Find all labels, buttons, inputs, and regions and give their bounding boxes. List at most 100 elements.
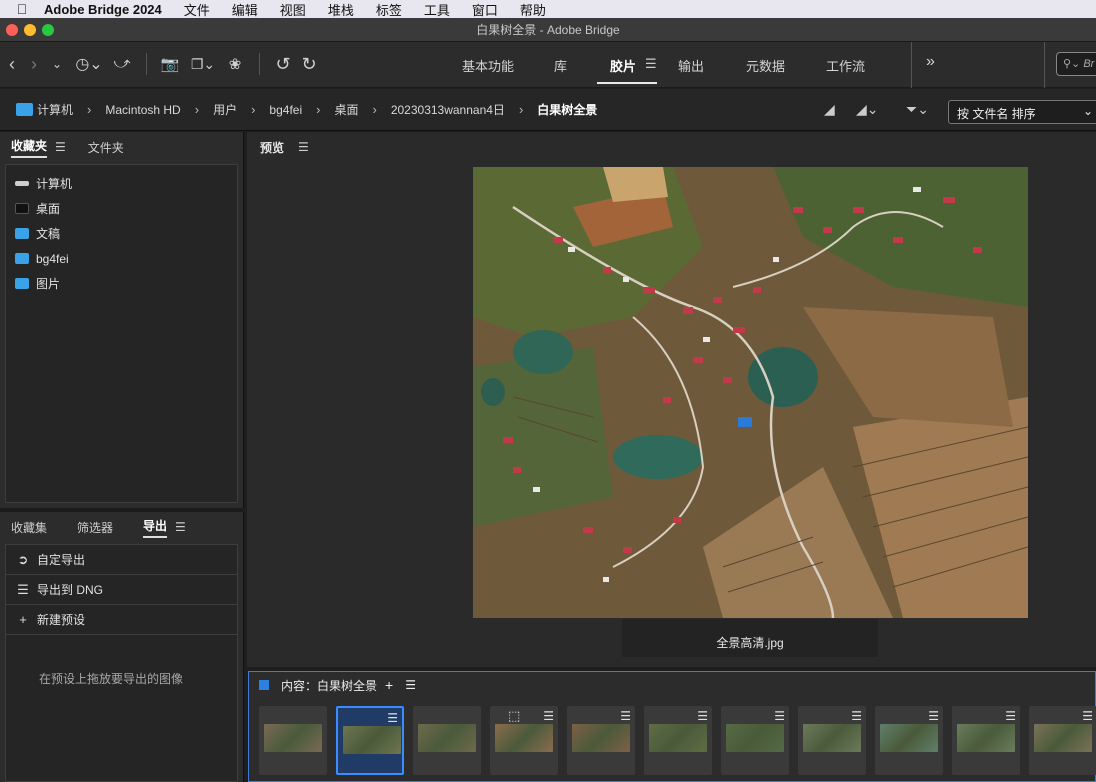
tab-favorites[interactable]: 收藏夹 xyxy=(11,137,48,158)
chevron-down-icon[interactable]: ⌄ xyxy=(50,52,64,76)
workspace-essentials[interactable]: 基本功能 xyxy=(462,56,514,75)
panel-menu-icon[interactable]: ☰ xyxy=(175,520,186,534)
tab-folders[interactable]: 文件夹 xyxy=(88,139,124,156)
thumbnail-image xyxy=(957,724,1015,752)
chevron-right-icon[interactable]: › xyxy=(519,102,523,117)
thumbnail[interactable]: ☰ xyxy=(875,706,943,775)
menu-label[interactable]: 标签 xyxy=(376,0,402,19)
tab-export[interactable]: 导出 xyxy=(143,517,168,538)
breadcrumb-bg4fei[interactable]: bg4fei xyxy=(269,103,302,117)
sort-select[interactable]: 按 文件名 排序 ⌄ xyxy=(948,100,1096,124)
thumbnail[interactable]: ☰ xyxy=(336,706,404,775)
workspace-filmstrip[interactable]: 胶片 xyxy=(610,56,636,75)
thumbnail[interactable] xyxy=(413,706,481,775)
favorite-label: bg4fei xyxy=(36,251,69,266)
panel-focus-icon xyxy=(259,680,269,690)
workspace-workflow[interactable]: 工作流 xyxy=(826,56,865,75)
favorite-item-documents[interactable]: 文稿 xyxy=(6,221,237,246)
camera-raw-icon[interactable]: ❀ xyxy=(225,52,245,76)
export-item-dng[interactable]: ☰ 导出到 DNG xyxy=(6,575,237,605)
menu-tools[interactable]: 工具 xyxy=(424,0,450,19)
close-window-button[interactable] xyxy=(6,24,18,36)
add-tab-button[interactable]: + xyxy=(385,677,393,693)
menu-window[interactable]: 窗口 xyxy=(472,0,498,19)
menu-edit[interactable]: 编辑 xyxy=(232,0,258,19)
export-drop-hint: 在预设上拖放要导出的图像 xyxy=(38,672,183,686)
panel-menu-icon[interactable]: ☰ xyxy=(298,140,309,154)
favorite-item-desktop[interactable]: 桌面 xyxy=(6,196,237,221)
minimize-window-button[interactable] xyxy=(24,24,36,36)
export-item-new-preset[interactable]: + 新建预设 xyxy=(6,605,237,635)
zoom-window-button[interactable] xyxy=(42,24,54,36)
boomerang-icon[interactable]: ⤻ xyxy=(113,52,131,76)
left-panel-column: 收藏夹 ☰ 文件夹 计算机 桌面 文稿 bg4fei 图片 收藏集 筛选器 导出 xyxy=(0,132,244,782)
favorite-item-computer[interactable]: 计算机 xyxy=(6,171,237,196)
breadcrumb-date-folder[interactable]: 20230313wannan4日 xyxy=(391,101,505,118)
thumbnail[interactable]: ☰ ⬚ xyxy=(490,706,558,775)
panel-menu-icon[interactable]: ☰ xyxy=(55,140,66,154)
chevron-right-icon[interactable]: › xyxy=(372,102,376,117)
camera-import-icon[interactable]: 📷 xyxy=(159,52,181,76)
thumbnail[interactable]: ☰ xyxy=(721,706,789,775)
export-label: 导出到 DNG xyxy=(37,583,104,597)
export-item-custom[interactable]: ➲ 自定导出 xyxy=(6,545,237,575)
back-icon[interactable]: ‹ xyxy=(4,52,20,76)
recent-history-icon[interactable]: ◷⌄ xyxy=(72,52,106,76)
thumbnail[interactable]: ☰ xyxy=(1029,706,1096,775)
workspace-libraries[interactable]: 库 xyxy=(554,56,567,75)
aerial-village-photo xyxy=(473,167,1028,618)
content-panel: 内容：白果树全景 + ☰ ☰ ☰ ⬚ ☰ ☰ ☰ ☰ ☰ ☰ ☰ xyxy=(248,671,1096,782)
search-field[interactable]: ⚲⌄ Br xyxy=(1056,52,1096,76)
workspace-metadata[interactable]: 元数据 xyxy=(746,56,785,75)
menu-stacks[interactable]: 堆栈 xyxy=(328,0,354,19)
filter-icon[interactable]: ⏷⌄ xyxy=(906,101,929,118)
breadcrumb-current-folder[interactable]: 白果树全景 xyxy=(537,101,597,118)
adjustments-badge-icon: ☰ xyxy=(774,709,785,723)
panel-menu-icon[interactable]: ☰ xyxy=(405,678,416,692)
chevron-right-icon[interactable]: › xyxy=(316,102,320,117)
thumbnail[interactable]: ☰ xyxy=(798,706,866,775)
breadcrumb-macintosh-hd[interactable]: Macintosh HD xyxy=(105,103,180,117)
chevron-right-icon[interactable]: › xyxy=(87,102,91,117)
rotate-right-icon[interactable]: ↻ xyxy=(299,52,319,76)
workspace-menu-icon[interactable]: ☰ xyxy=(645,56,657,72)
breadcrumb-users[interactable]: 用户 xyxy=(213,101,237,118)
favorite-item-pictures[interactable]: 图片 xyxy=(6,271,237,296)
chevron-right-icon[interactable]: › xyxy=(251,102,255,117)
favorite-label: 文稿 xyxy=(36,227,61,241)
thumbnail[interactable]: ☰ xyxy=(644,706,712,775)
refine-icon[interactable]: ❐⌄ xyxy=(186,52,220,76)
chevron-right-icon[interactable]: › xyxy=(195,102,199,117)
tab-collections[interactable]: 收藏集 xyxy=(11,519,47,536)
thumbnail-image xyxy=(1034,724,1092,752)
search-icon: ⚲⌄ xyxy=(1063,58,1081,70)
breadcrumb-desktop[interactable]: 桌面 xyxy=(334,101,358,118)
system-menu-bar:  Adobe Bridge 2024 文件 编辑 视图 堆栈 标签 工具 窗口… xyxy=(0,0,1096,18)
favorite-item-home[interactable]: bg4fei xyxy=(6,246,237,271)
thumbnail[interactable]: ☰ xyxy=(952,706,1020,775)
preview-filename: 全景高清.jpg xyxy=(716,636,784,650)
breadcrumb-computer[interactable]: 计算机 xyxy=(37,101,73,118)
workspace-overflow-button[interactable]: » xyxy=(926,53,935,71)
forward-icon[interactable]: › xyxy=(26,52,42,76)
preview-caption: 全景高清.jpg xyxy=(622,619,878,657)
sort-quality-icon[interactable]: ◢ xyxy=(824,101,835,118)
preview-image[interactable] xyxy=(473,167,1028,618)
menu-help[interactable]: 帮助 xyxy=(520,0,546,19)
favorite-label: 计算机 xyxy=(36,177,73,191)
apple-icon[interactable]:  xyxy=(0,1,44,17)
desktop-icon xyxy=(15,203,29,214)
computer-icon xyxy=(15,181,29,186)
app-toolbar: ‹ › ⌄ ◷⌄ ⤻ 📷 ❐⌄ ❀ ↺ ↻ 基本功能 库 胶片 ☰ 输出 元数据… xyxy=(0,42,1096,88)
workspace-output[interactable]: 输出 xyxy=(678,56,704,75)
export-icon: ➲ xyxy=(17,551,29,567)
menu-view[interactable]: 视图 xyxy=(280,0,306,19)
app-menu[interactable]: Adobe Bridge 2024 xyxy=(44,2,162,17)
rotate-left-icon[interactable]: ↺ xyxy=(273,52,293,76)
tab-filter[interactable]: 筛选器 xyxy=(77,519,113,536)
thumbnail[interactable] xyxy=(259,706,327,775)
menu-file[interactable]: 文件 xyxy=(184,0,210,19)
thumbnail[interactable]: ☰ xyxy=(567,706,635,775)
thumbnail-quality-icon[interactable]: ◢⌄ xyxy=(856,101,879,118)
list-icon: ☰ xyxy=(17,581,29,597)
